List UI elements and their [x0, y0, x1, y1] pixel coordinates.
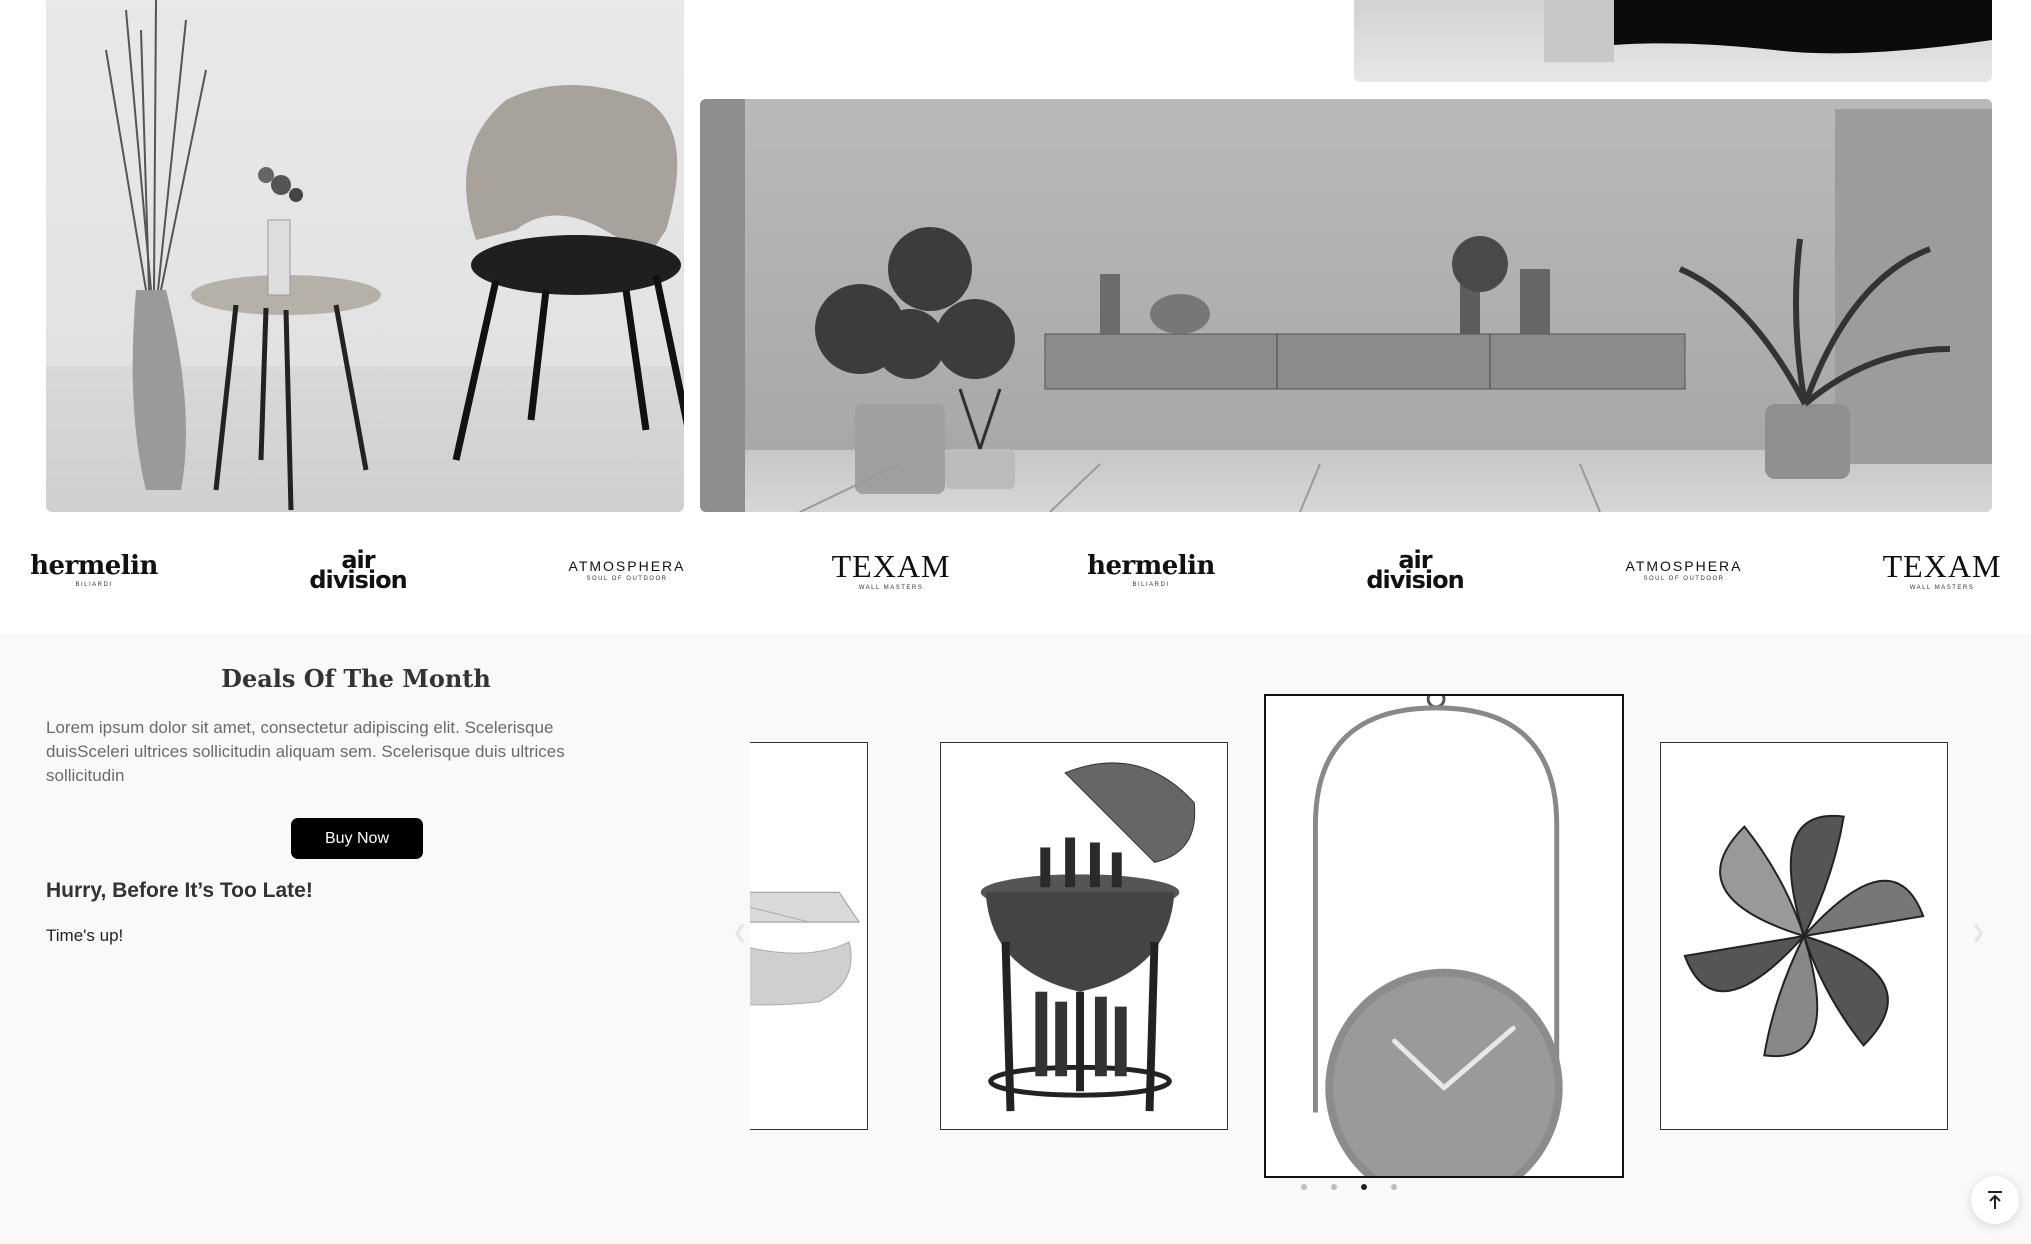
- brand-name-line2: division: [1366, 566, 1464, 594]
- product-card-wooden-wall-clock[interactable]: [1660, 742, 1948, 1130]
- back-to-top-button[interactable]: [1971, 1176, 2019, 1224]
- chevron-right-icon: ❯: [1970, 922, 1986, 942]
- carousel-dot-4[interactable]: [1391, 1184, 1397, 1190]
- carousel-dot-1[interactable]: [1301, 1184, 1307, 1190]
- brand-logo-texam[interactable]: TEXAM WALL MASTERS: [1883, 542, 2001, 598]
- brand-name: ATMOSPHERA: [1625, 557, 1743, 574]
- brand-tagline: WALL MASTERS: [1909, 584, 1975, 591]
- arrow-up-to-line-icon: [1988, 1191, 2002, 1209]
- countdown-status: Time's up!: [46, 926, 124, 945]
- carousel-pagination: [1301, 1184, 1397, 1190]
- globe-bar-image: [980, 762, 1196, 1112]
- brand-logo-atmosphera[interactable]: ATMOSPHERA SOUL OF OUTDOOR: [569, 542, 684, 598]
- brand-logo-hermelin[interactable]: hermelin BILIARDI: [30, 542, 158, 598]
- pendulum-clock-image: [1312, 696, 1563, 1176]
- brand-name: hermelin: [30, 550, 158, 581]
- carousel-dot-3[interactable]: [1361, 1184, 1367, 1190]
- brand-tagline: SOUL OF OUTDOOR: [586, 575, 668, 582]
- product-card-glass-table[interactable]: [750, 742, 868, 1130]
- brand-logo-air-division[interactable]: air division: [1366, 542, 1464, 598]
- brand-name: TEXAM: [831, 547, 951, 584]
- brand-tagline: SOUL OF OUTDOOR: [1643, 575, 1725, 582]
- sculpture-image: [1354, 0, 1992, 82]
- buy-now-button[interactable]: Buy Now: [291, 818, 423, 859]
- brand-logo-strip: hermelin BILIARDI air division ATMOSPHER…: [30, 530, 2001, 620]
- brand-tagline: BILIARDI: [75, 581, 113, 588]
- chair-table-image: [46, 0, 684, 512]
- deals-title: Deals Of The Month: [221, 664, 491, 693]
- brand-name-line2: division: [309, 566, 407, 594]
- brand-tagline: BILIARDI: [1132, 581, 1170, 588]
- product-carousel: ❮ ❯: [720, 694, 1990, 1194]
- living-room-image: [700, 99, 1992, 512]
- brand-name: TEXAM: [1882, 547, 2002, 584]
- brand-logo-air-division[interactable]: air division: [309, 542, 407, 598]
- brand-logo-hermelin[interactable]: hermelin BILIARDI: [1087, 542, 1215, 598]
- deals-of-the-month-section: Deals Of The Month Lorem ipsum dolor sit…: [0, 634, 2031, 1244]
- chevron-left-icon: ❮: [732, 922, 748, 942]
- carousel-next-button[interactable]: ❯: [1966, 920, 1990, 944]
- deals-description: Lorem ipsum dolor sit amet, consectetur …: [46, 718, 565, 785]
- glass-table-image: [750, 891, 860, 1006]
- brand-tagline: WALL MASTERS: [858, 584, 924, 591]
- carousel-prev-button[interactable]: ❮: [728, 920, 752, 944]
- hurry-heading: Hurry, Before It’s Too Late!: [46, 879, 313, 902]
- brand-logo-texam[interactable]: TEXAM WALL MASTERS: [832, 542, 950, 598]
- brand-name: hermelin: [1087, 550, 1215, 581]
- product-card-globe-bar[interactable]: [940, 742, 1228, 1130]
- carousel-track[interactable]: [750, 694, 1950, 1194]
- wooden-wall-clock-image: [1683, 814, 1925, 1058]
- brand-name: ATMOSPHERA: [568, 557, 686, 574]
- brand-logo-atmosphera[interactable]: ATMOSPHERA SOUL OF OUTDOOR: [1626, 542, 1741, 598]
- carousel-dot-2[interactable]: [1331, 1184, 1337, 1190]
- product-card-pendulum-clock[interactable]: [1264, 694, 1624, 1178]
